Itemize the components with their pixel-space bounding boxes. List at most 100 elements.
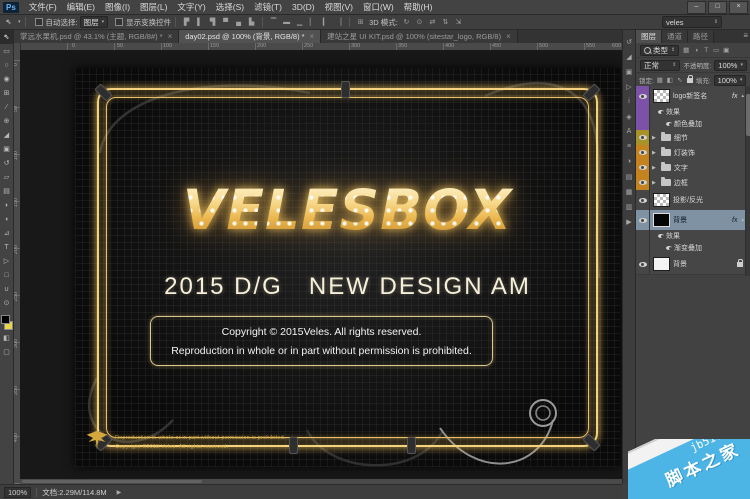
expand-group-icon[interactable]: ▶ [652,135,656,141]
menu-filter[interactable]: 滤镜(T) [249,1,287,13]
status-options-arrow-icon[interactable]: ▶ [117,489,122,496]
auto-align-layers-icon[interactable]: ⊞ [355,17,366,28]
blend-mode-dropdown[interactable]: 正常⇕ [640,60,680,71]
filter-shape-layers-icon[interactable]: ▭ [711,45,721,55]
scrollbar-thumb[interactable] [746,94,750,136]
3d-slide-icon[interactable]: ⇅ [440,17,451,28]
document-tab-1[interactable]: 掌远水果机.psd @ 43.1% (主题, RGB/8#)* × [14,30,179,43]
show-transform-checkbox[interactable] [115,18,123,26]
visibility-eye-icon[interactable] [639,262,647,267]
document-tab-3[interactable]: 建站之星 UI KIT.psd @ 100% (sitestar_logo, R… [321,30,518,43]
filter-smart-objects-icon[interactable]: ▣ [721,45,731,55]
menu-window[interactable]: 窗口(W) [358,1,399,13]
3d-drag-icon[interactable]: ⇄ [427,17,438,28]
filter-type-layers-icon[interactable]: T [701,45,711,55]
distribute-vertical-icon[interactable]: ▬ [281,17,292,28]
tab-layers[interactable]: 图层 [636,30,662,43]
opacity-dropdown[interactable]: 100%▾ [714,60,747,71]
lasso-tool[interactable]: ○ [0,58,13,72]
effect-eye-icon[interactable] [664,243,674,253]
layer-thumbnail[interactable] [653,193,670,207]
tool-presets-panel-icon[interactable]: ▷ [623,79,635,94]
quick-mask-button[interactable]: ◧ [0,331,13,345]
effect-eye-icon[interactable] [664,119,674,129]
menu-help[interactable]: 帮助(H) [399,1,438,13]
align-horizontal-centers-icon[interactable]: ▌ [194,17,205,28]
layer-thumbnail[interactable] [653,89,670,103]
align-right-edges-icon[interactable]: ▜ [207,17,218,28]
layer-thumbnail[interactable] [653,213,670,227]
menu-edit[interactable]: 编辑(E) [62,1,100,13]
foreground-color-swatch[interactable] [1,315,10,324]
tab-close-icon[interactable]: × [168,32,173,41]
brush-panel-icon[interactable]: ◢ [623,49,635,64]
actions-panel-icon[interactable]: ▶ [623,214,635,229]
fx-badge[interactable]: fx [732,93,739,100]
eyedropper-tool[interactable]: ∕ [0,100,13,114]
move-tool[interactable]: ⇖ [0,30,13,44]
tool-preset-caret-icon[interactable]: ▾ [18,19,21,25]
layer-thumbnail[interactable] [653,257,670,271]
expand-group-icon[interactable]: ▶ [652,165,656,171]
tab-close-icon[interactable]: × [506,32,511,41]
align-vertical-centers-icon[interactable]: ▄ [233,17,244,28]
fx-badge[interactable]: fx [732,217,739,224]
workspace-switcher[interactable]: veles⇕ [662,16,722,28]
visibility-eye-icon[interactable] [639,165,647,170]
distribute-top-icon[interactable]: ▔ [268,17,279,28]
visibility-eye-icon[interactable] [639,218,647,223]
visibility-eye-icon[interactable] [639,198,647,203]
scrollbar-thumb[interactable] [22,480,202,483]
gradient-tool[interactable]: ▤ [0,184,13,198]
color-swatches[interactable] [0,313,13,331]
character-panel-icon[interactable]: A [623,124,635,139]
filter-type-dropdown[interactable]: 类型⇕ [640,45,679,56]
lock-transparent-pixels-icon[interactable]: ▦ [655,75,665,85]
document-tab-2-active[interactable]: day02.psd @ 100% (背景, RGB/8)* × [179,30,321,43]
zoom-level-field[interactable]: 100% [4,487,31,498]
menu-select[interactable]: 选择(S) [211,1,249,13]
group-row-border[interactable]: ▶ 边框 [636,175,746,191]
dodge-tool[interactable]: ◖ [0,212,13,226]
pen-tool[interactable]: ⊿ [0,226,13,240]
tab-close-icon[interactable]: × [310,32,315,41]
maximize-button[interactable]: □ [708,1,727,14]
layer-row-shadow[interactable]: 投影/反光 [636,190,746,211]
crop-tool[interactable]: ⊞ [0,86,13,100]
hand-tool[interactable]: ∪ [0,282,13,296]
screen-mode-button[interactable]: ▢ [0,345,13,359]
layer-row-background-locked[interactable]: 背景 [636,254,746,275]
canvas-area[interactable]: VELESBOX 2015 D/G NEW DESIGN AM Copyrigh… [20,50,622,479]
group-row-details[interactable]: ▶ 细节 [636,130,746,146]
lock-all-icon[interactable] [685,75,695,85]
fill-dropdown[interactable]: 100%▾ [714,75,747,86]
effect-eye-icon[interactable] [656,231,666,241]
brush-tool[interactable]: ◢ [0,128,13,142]
distribute-left-icon[interactable]: ▏ [307,17,318,28]
menu-layer[interactable]: 图层(L) [135,1,172,13]
auto-select-target-dropdown[interactable]: 图层▾ [80,16,109,28]
styles-panel-icon[interactable]: ▤ [623,169,635,184]
tab-channels[interactable]: 通道 [662,30,688,43]
menu-type[interactable]: 文字(Y) [172,1,210,13]
menu-image[interactable]: 图像(I) [100,1,135,13]
3d-scale-icon[interactable]: ⇲ [453,17,464,28]
quick-selection-tool[interactable]: ◉ [0,72,13,86]
expand-group-icon[interactable]: ▶ [652,180,656,186]
menu-view[interactable]: 视图(V) [320,1,358,13]
layer-row-logo[interactable]: logo新签名 fx ▴ [636,86,746,107]
align-bottom-edges-icon[interactable]: ▙ [246,17,257,28]
align-top-edges-icon[interactable]: ▀ [220,17,231,28]
history-panel-icon[interactable]: ↺ [623,34,635,49]
expand-group-icon[interactable]: ▶ [652,150,656,156]
auto-select-checkbox[interactable] [35,18,43,26]
paragraph-panel-icon[interactable]: ≡ [623,139,635,154]
minimize-button[interactable]: – [687,1,706,14]
distribute-bottom-icon[interactable]: ▁ [294,17,305,28]
marquee-tool[interactable]: ▭ [0,44,13,58]
clone-source-panel-icon[interactable]: ▣ [623,64,635,79]
path-selection-tool[interactable]: ▷ [0,254,13,268]
healing-brush-tool[interactable]: ⊕ [0,114,13,128]
3d-roll-icon[interactable]: ⊙ [414,17,425,28]
menu-3d[interactable]: 3D(D) [287,2,320,12]
